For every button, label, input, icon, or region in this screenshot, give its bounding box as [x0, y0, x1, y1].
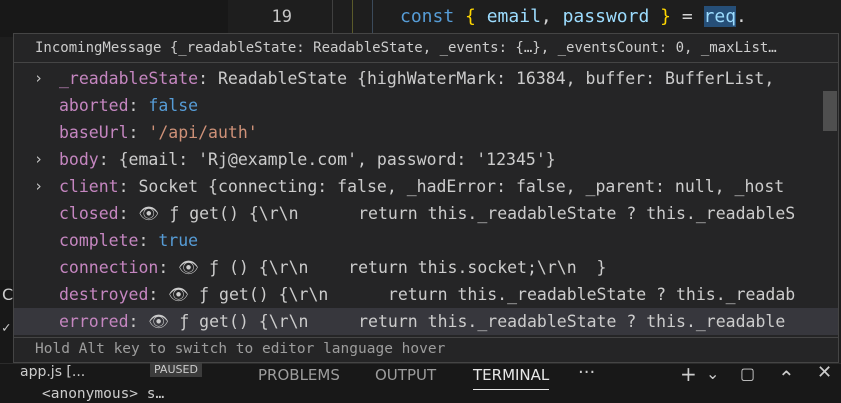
code-line[interactable]: const { email, password } = req.	[400, 6, 747, 27]
hover-footer-hint: Hold Alt key to switch to editor languag…	[35, 341, 446, 357]
property-key: destroyed	[59, 285, 149, 304]
property-key: aborted	[59, 96, 129, 115]
key-separator: :	[198, 69, 218, 88]
comma: ,	[540, 6, 552, 27]
callstack-item[interactable]: app.js [...	[20, 364, 85, 380]
tree-row-content: client: Socket {connecting: false, _hadE…	[59, 173, 784, 200]
property-key: client	[59, 177, 119, 196]
var-password: password	[562, 6, 650, 27]
property-key: closed	[59, 204, 119, 223]
property-key: errored	[59, 312, 129, 331]
property-value: ƒ get() {\r\n return this._readableState…	[199, 285, 796, 304]
tree-row-errored[interactable]: errored: 👁 ƒ get() {\r\n return this._re…	[14, 308, 838, 335]
tree-row-content: aborted: false	[59, 92, 198, 119]
property-value: ƒ get() {\r\n return this._readableState…	[179, 312, 786, 331]
tree-row-complete[interactable]: complete: true	[14, 227, 838, 254]
key-separator: :	[128, 123, 149, 142]
tree-row-connection[interactable]: connection: 👁 ƒ () {\r\n return this.soc…	[14, 254, 838, 281]
key-separator: :	[118, 204, 139, 223]
tab-output[interactable]: OUTPUT	[375, 366, 436, 384]
property-value: false	[148, 96, 199, 115]
tree-row-baseurl[interactable]: baseUrl: '/api/auth'	[14, 119, 838, 146]
check-icon: ✓	[2, 320, 11, 336]
more-actions-icon[interactable]: ···	[578, 362, 595, 383]
key-separator: :	[98, 150, 119, 169]
key-separator: :	[138, 231, 159, 250]
maximize-panel-icon[interactable]: ⌃	[778, 366, 795, 390]
tree-row-content: closed: 👁 ƒ get() {\r\n return this._rea…	[59, 200, 795, 227]
tree-row-aborted[interactable]: aborted: false	[14, 92, 838, 119]
tree-row-content: body: {email: 'Rj@example.com', password…	[59, 146, 556, 173]
callstack-frame-anonymous[interactable]: <anonymous> s…	[42, 386, 164, 402]
property-value: ƒ get() {\r\n return this._readableState…	[169, 204, 796, 223]
indent-guide	[372, 0, 373, 37]
tree-row-destroyed[interactable]: destroyed: 👁 ƒ get() {\r\n return this._…	[14, 281, 838, 308]
eye-icon[interactable]: 👁	[138, 200, 159, 227]
eye-icon[interactable]: 👁	[178, 254, 199, 281]
var-req-hovered[interactable]: req	[703, 6, 737, 27]
variable-tree: › _readableState: ReadableState {highWate…	[14, 65, 838, 335]
hover-header: IncomingMessage {_readableState: Readabl…	[35, 40, 777, 56]
key-separator: :	[158, 258, 179, 277]
chevron-right-icon[interactable]: ›	[34, 173, 50, 200]
new-terminal-icon[interactable]: +	[680, 362, 697, 386]
tree-row-content: complete: true	[59, 227, 198, 254]
property-key: baseUrl	[59, 123, 129, 142]
tree-row-body[interactable]: › body: {email: 'Rj@example.com', passwor…	[14, 146, 838, 173]
paused-badge: PAUSED	[150, 362, 202, 377]
property-key: body	[59, 150, 99, 169]
property-value: '/api/auth'	[148, 123, 258, 142]
left-panel-letter: C	[2, 285, 14, 304]
property-value: Socket {connecting: false, _hadError: fa…	[138, 177, 785, 196]
key-separator: :	[148, 285, 169, 304]
tree-row-content: errored: 👁 ƒ get() {\r\n return this._re…	[59, 308, 785, 335]
var-email: email	[486, 6, 541, 27]
eye-icon[interactable]: 👁	[148, 308, 169, 335]
brace-close: }	[660, 6, 671, 27]
chevron-right-icon[interactable]: ›	[34, 65, 50, 92]
property-key: complete	[59, 231, 139, 250]
property-key: _readableState	[59, 69, 199, 88]
tree-row-content: baseUrl: '/api/auth'	[59, 119, 258, 146]
divider	[14, 337, 838, 338]
property-value: ReadableState {highWaterMark: 16384, buf…	[217, 69, 775, 88]
tree-row-readablestate[interactable]: › _readableState: ReadableState {highWate…	[14, 65, 838, 92]
key-separator: :	[128, 96, 149, 115]
chevron-right-icon[interactable]: ›	[34, 146, 50, 173]
tree-row-content: destroyed: 👁 ƒ get() {\r\n return this._…	[59, 281, 795, 308]
layout-icon[interactable]: ▢	[740, 364, 755, 383]
property-value: true	[158, 231, 199, 250]
tab-problems[interactable]: PROBLEMS	[258, 366, 340, 384]
tree-row-client[interactable]: › client: Socket {connecting: false, _had…	[14, 173, 838, 200]
property-value: {email: 'Rj@example.com', password: '123…	[118, 150, 556, 169]
tree-row-content: connection: 👁 ƒ () {\r\n return this.soc…	[59, 254, 606, 281]
key-separator: :	[128, 312, 149, 331]
chevron-down-icon[interactable]: ⌄	[706, 364, 719, 383]
line-number: 19	[271, 7, 292, 27]
indent-guide	[352, 0, 353, 37]
equals: =	[681, 6, 693, 27]
debug-hover-widget[interactable]: IncomingMessage {_readableState: Readabl…	[13, 33, 839, 363]
brace-open: {	[465, 6, 476, 27]
property-value: ƒ () {\r\n return this.socket;\r\n }	[209, 258, 607, 277]
tab-terminal[interactable]: TERMINAL	[473, 366, 550, 390]
key-separator: :	[118, 177, 139, 196]
indent-guide	[332, 0, 333, 37]
tree-row-content: _readableState: ReadableState {highWater…	[59, 65, 774, 92]
close-panel-icon[interactable]: ✕	[817, 362, 832, 383]
editor-gutter	[0, 0, 228, 37]
scrollbar-thumb[interactable]	[823, 91, 837, 131]
keyword-const: const	[400, 6, 455, 27]
property-key: connection	[59, 258, 159, 277]
tree-row-closed[interactable]: closed: 👁 ƒ get() {\r\n return this._rea…	[14, 200, 838, 227]
editor-area: 19 const { email, password } = req.	[0, 0, 841, 37]
dot: .	[736, 6, 747, 27]
eye-icon[interactable]: 👁	[168, 281, 189, 308]
divider	[14, 62, 838, 63]
